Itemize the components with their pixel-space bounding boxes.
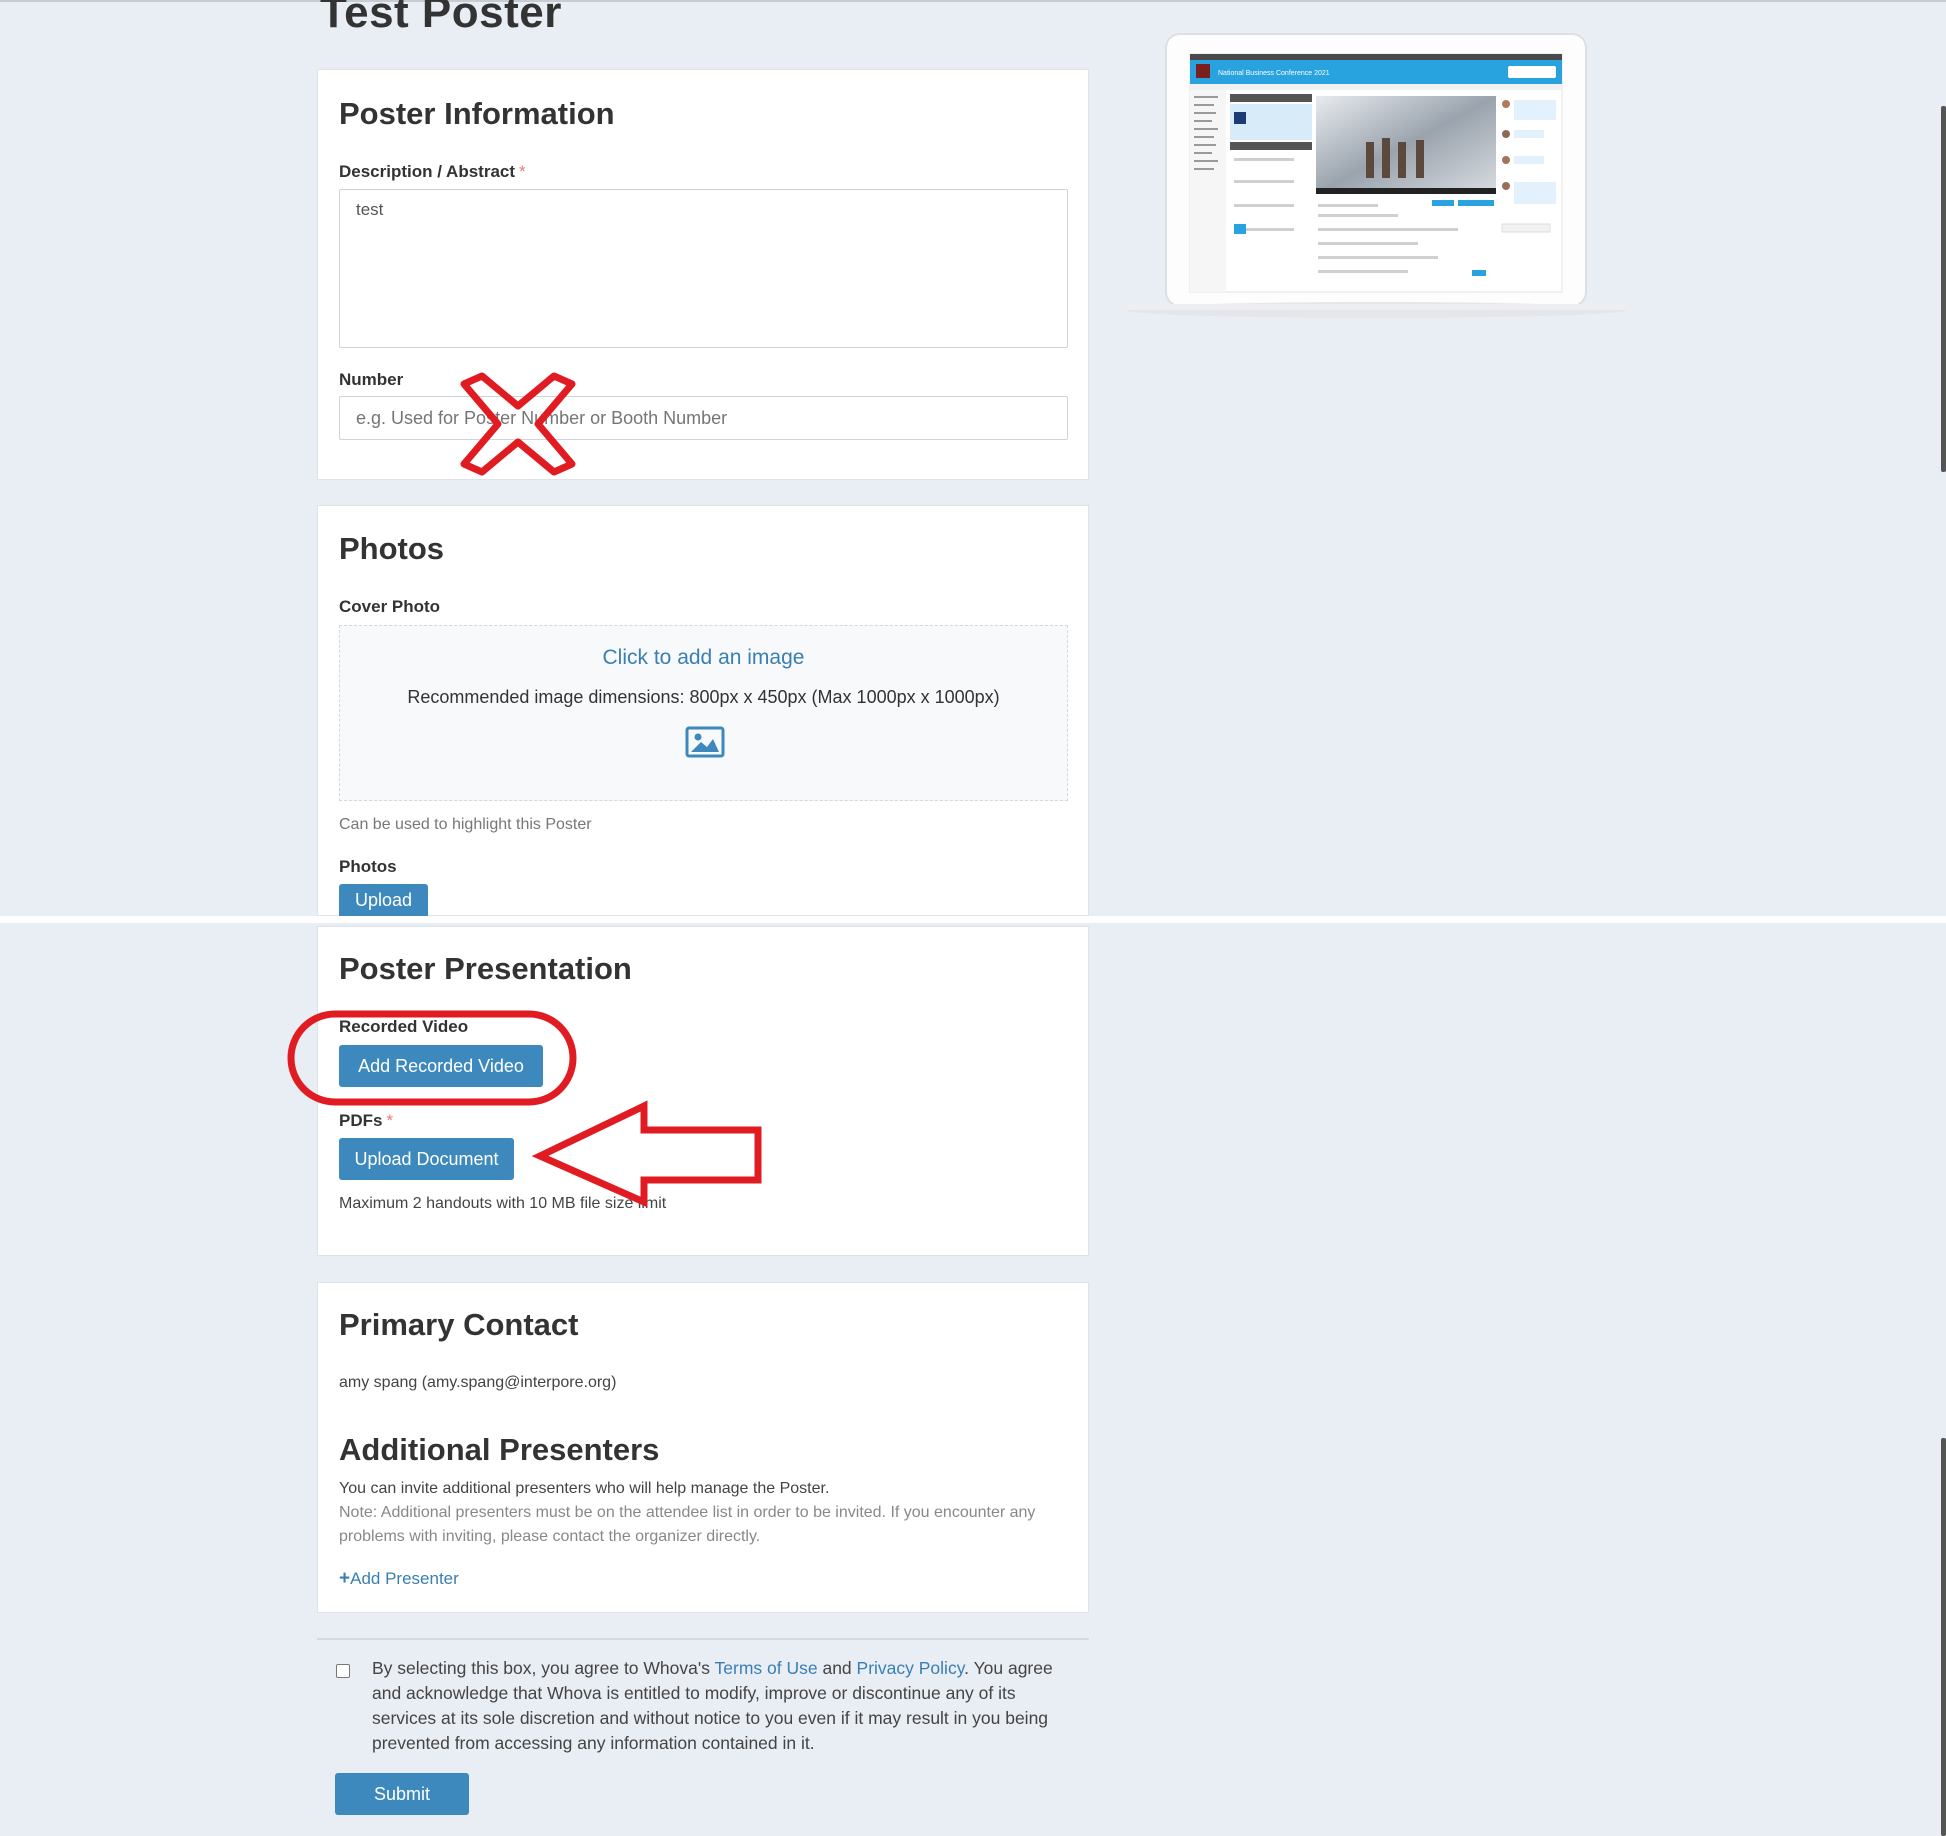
primary-contact-card: Primary Contact amy spang (amy.spang@int… <box>317 1282 1089 1613</box>
upload-document-button[interactable]: Upload Document <box>339 1138 514 1180</box>
invite-note: Note: Additional presenters must be on t… <box>339 1504 1036 1545</box>
agree-checkbox[interactable] <box>336 1664 350 1678</box>
primary-contact-heading: Primary Contact <box>339 1307 579 1342</box>
laptop-preview-icon: National Business Conference 2021 <box>1126 33 1626 318</box>
scrollbar-thumb-lower[interactable] <box>1941 1438 1946 1836</box>
terms-divider <box>317 1638 1089 1640</box>
terms-text: By selecting this box, you agree to Whov… <box>372 1656 1072 1756</box>
add-image-link[interactable]: Click to add an image <box>340 646 1067 670</box>
photos-heading: Photos <box>339 531 445 566</box>
description-label: Description / Abstract * <box>339 162 526 182</box>
required-marker: * <box>519 162 526 181</box>
pdfs-label: PDFs * <box>339 1111 393 1131</box>
required-marker: * <box>386 1111 394 1130</box>
number-label: Number <box>339 370 404 389</box>
additional-presenters-heading: Additional Presenters <box>339 1432 660 1467</box>
description-value: test <box>356 200 384 219</box>
screenshot-seam <box>0 916 1946 923</box>
description-textarea[interactable]: test <box>339 189 1068 348</box>
terms-text-before: By selecting this box, you agree to Whov… <box>372 1658 715 1678</box>
terms-of-use-link[interactable]: Terms of Use <box>715 1658 818 1678</box>
privacy-policy-link[interactable]: Privacy Policy <box>857 1658 965 1678</box>
scrollbar-thumb[interactable] <box>1941 106 1946 472</box>
terms-and-text: and <box>817 1658 857 1678</box>
plus-icon: + <box>339 1568 351 1589</box>
poster-information-heading: Poster Information <box>339 96 615 131</box>
cover-photo-hint: Can be used to highlight this Poster <box>339 816 592 833</box>
top-divider <box>0 0 1946 2</box>
poster-presentation-heading: Poster Presentation <box>339 951 632 986</box>
cover-photo-label: Cover Photo <box>339 597 441 616</box>
photos-label: Photos <box>339 857 397 876</box>
cover-photo-dropzone[interactable]: Click to add an image Recommended image … <box>339 625 1068 801</box>
pdfs-label-text: PDFs <box>339 1111 383 1130</box>
add-presenter-label: Add Presenter <box>350 1569 459 1588</box>
number-input[interactable] <box>339 396 1068 440</box>
red-circle-highlight <box>287 1010 577 1106</box>
primary-contact-value: amy spang (amy.spang@interpore.org) <box>339 1374 617 1391</box>
poster-information-card: Poster Information Description / Abstrac… <box>317 69 1089 480</box>
photos-card: Photos Cover Photo Click to add an image… <box>317 505 1089 917</box>
upload-photos-button[interactable]: Upload <box>339 884 428 917</box>
red-arrow-pointer <box>531 1100 762 1208</box>
submit-button[interactable]: Submit <box>335 1773 469 1815</box>
recommended-dimensions-text: Recommended image dimensions: 800px x 45… <box>407 687 1000 707</box>
page-title: Test Poster <box>320 0 562 37</box>
red-x-mark <box>460 372 576 476</box>
add-presenter-link[interactable]: +Add Presenter <box>339 1568 459 1590</box>
image-icon <box>685 726 725 758</box>
description-label-text: Description / Abstract <box>339 162 516 181</box>
preview-app-title: National Business Conference 2021 <box>1218 70 1330 77</box>
invite-text: You can invite additional presenters who… <box>339 1480 830 1497</box>
